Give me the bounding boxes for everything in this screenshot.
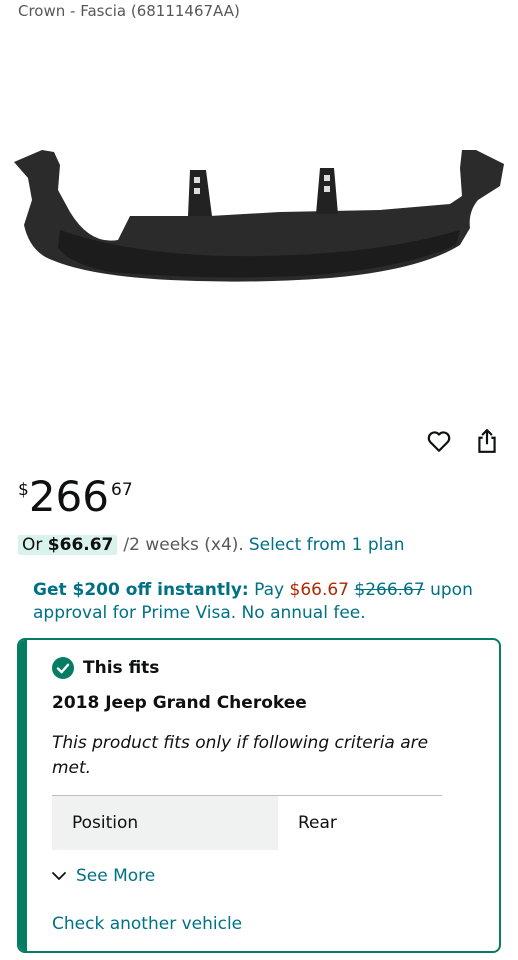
prime-visa-promo[interactable]: Get $200 off instantly: Pay $66.67 $266.… — [33, 579, 473, 625]
fitment-box: This fits 2018 Jeep Grand Cherokee This … — [17, 638, 501, 953]
fitment-title: This fits — [83, 658, 160, 678]
installment-prefix: Or — [22, 535, 43, 555]
price-fraction: 67 — [111, 480, 133, 500]
product-image — [14, 150, 504, 282]
fitment-header: This fits — [52, 657, 159, 679]
promo-old-price: $266.67 — [354, 580, 425, 600]
price-currency: $ — [18, 480, 29, 500]
installment-plan: Or $66.67 /2 weeks (x4). Select from 1 p… — [18, 535, 405, 555]
promo-sale-price: $66.67 — [289, 580, 349, 600]
fitment-row-label: Position — [52, 796, 278, 850]
installment-badge: Or $66.67 — [18, 535, 118, 555]
promo-headline: Get $200 off instantly: — [33, 580, 249, 600]
vehicle-name: 2018 Jeep Grand Cherokee — [52, 693, 307, 713]
see-more-button[interactable]: See More — [50, 866, 155, 886]
select-plan-link[interactable]: Select from 1 plan — [249, 535, 405, 555]
chevron-down-icon — [52, 872, 66, 880]
fitment-accent-bar — [19, 640, 27, 951]
price-whole: 266 — [28, 472, 109, 521]
see-more-label: See More — [76, 866, 156, 886]
check-another-vehicle-link[interactable]: Check another vehicle — [52, 914, 242, 934]
price: $ 266 67 — [18, 474, 133, 520]
share-icon[interactable] — [474, 428, 500, 454]
check-circle-icon — [52, 657, 74, 679]
promo-pay: Pay — [254, 580, 285, 600]
installment-amount: $66.67 — [47, 535, 114, 555]
fitment-row: Position Rear — [52, 796, 442, 850]
fitment-row-value: Rear — [298, 813, 337, 833]
fitment-criteria-note: This product fits only if following crit… — [52, 733, 429, 778]
installment-term: /2 weeks (x4). — [123, 535, 244, 555]
heart-icon[interactable] — [426, 428, 452, 454]
product-title: Crown - Fascia (68111467AA) — [18, 2, 240, 20]
